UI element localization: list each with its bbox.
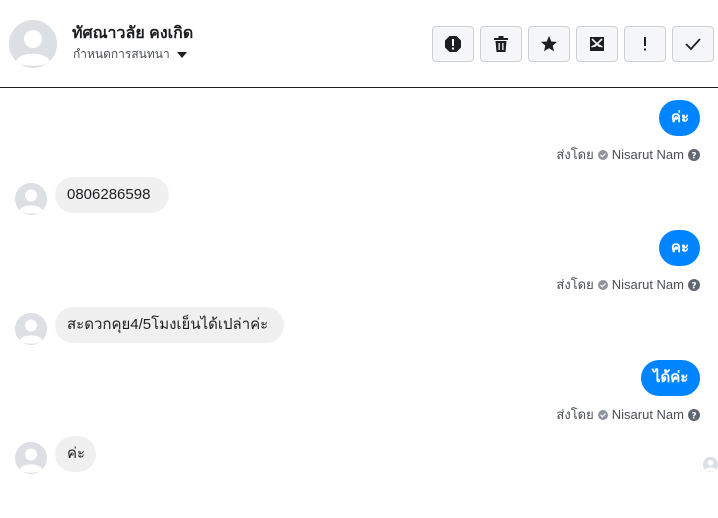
done-button[interactable]: [672, 26, 714, 62]
spam-button[interactable]: [624, 26, 666, 62]
sent-by-info: ส่งโดย Nisarut Nam ?: [556, 404, 700, 425]
report-button[interactable]: [432, 26, 474, 62]
exclamation-icon: [644, 37, 646, 51]
sent-by-info: ส่งโดย Nisarut Nam ?: [556, 274, 700, 295]
delete-button[interactable]: [480, 26, 522, 62]
sent-by-info: ส่งโดย Nisarut Nam ?: [556, 144, 700, 165]
svg-text:?: ?: [691, 281, 696, 291]
verified-agent-icon: [597, 149, 608, 160]
incoming-message[interactable]: 0806286598: [55, 177, 169, 213]
sent-by-label: ส่งโดย: [556, 277, 594, 292]
sent-by-label: ส่งโดย: [556, 147, 594, 162]
agent-name[interactable]: Nisarut Nam: [612, 407, 684, 422]
svg-text:?: ?: [691, 411, 696, 421]
outgoing-message[interactable]: ได้ค่ะ: [641, 360, 700, 396]
star-button[interactable]: [528, 26, 570, 62]
trash-icon: [494, 36, 508, 52]
sender-avatar[interactable]: [15, 183, 47, 215]
incoming-message[interactable]: ค่ะ: [55, 436, 96, 472]
agent-name[interactable]: Nisarut Nam: [612, 277, 684, 292]
seen-avatar: [703, 457, 718, 472]
help-icon[interactable]: ?: [688, 408, 700, 421]
user-silhouette-icon: [9, 20, 57, 68]
caret-down-icon: [176, 52, 187, 58]
envelope-x-icon: [590, 37, 604, 51]
outgoing-message[interactable]: คะ: [659, 230, 700, 266]
check-icon: [685, 38, 701, 51]
help-icon[interactable]: ?: [688, 148, 700, 161]
conversation-header: ทัศณาวลัย คงเกิด กำหนดการสนทนา: [0, 0, 718, 88]
alert-octagon-icon: [445, 36, 461, 52]
star-icon: [541, 36, 557, 52]
outgoing-message[interactable]: ค่ะ: [659, 100, 700, 136]
user-silhouette-icon: [15, 442, 47, 474]
user-silhouette-icon: [703, 457, 718, 472]
verified-agent-icon: [597, 409, 608, 420]
assign-conversation-dropdown[interactable]: กำหนดการสนทนา: [73, 45, 187, 64]
svg-text:?: ?: [691, 151, 696, 161]
user-silhouette-icon: [15, 313, 47, 345]
incoming-message[interactable]: สะดวกคุย4/5โมงเย็นได้เปล่าค่ะ: [55, 307, 284, 343]
verified-agent-icon: [597, 279, 608, 290]
contact-name[interactable]: ทัศณาวลัย คงเกิด: [72, 21, 193, 46]
sender-avatar[interactable]: [15, 313, 47, 345]
help-icon[interactable]: ?: [688, 278, 700, 291]
mark-unread-button[interactable]: [576, 26, 618, 62]
contact-avatar[interactable]: [9, 20, 57, 68]
agent-name[interactable]: Nisarut Nam: [612, 147, 684, 162]
user-silhouette-icon: [15, 183, 47, 215]
sender-avatar[interactable]: [15, 442, 47, 474]
sent-by-label: ส่งโดย: [556, 407, 594, 422]
assign-conversation-label: กำหนดการสนทนา: [73, 47, 170, 61]
